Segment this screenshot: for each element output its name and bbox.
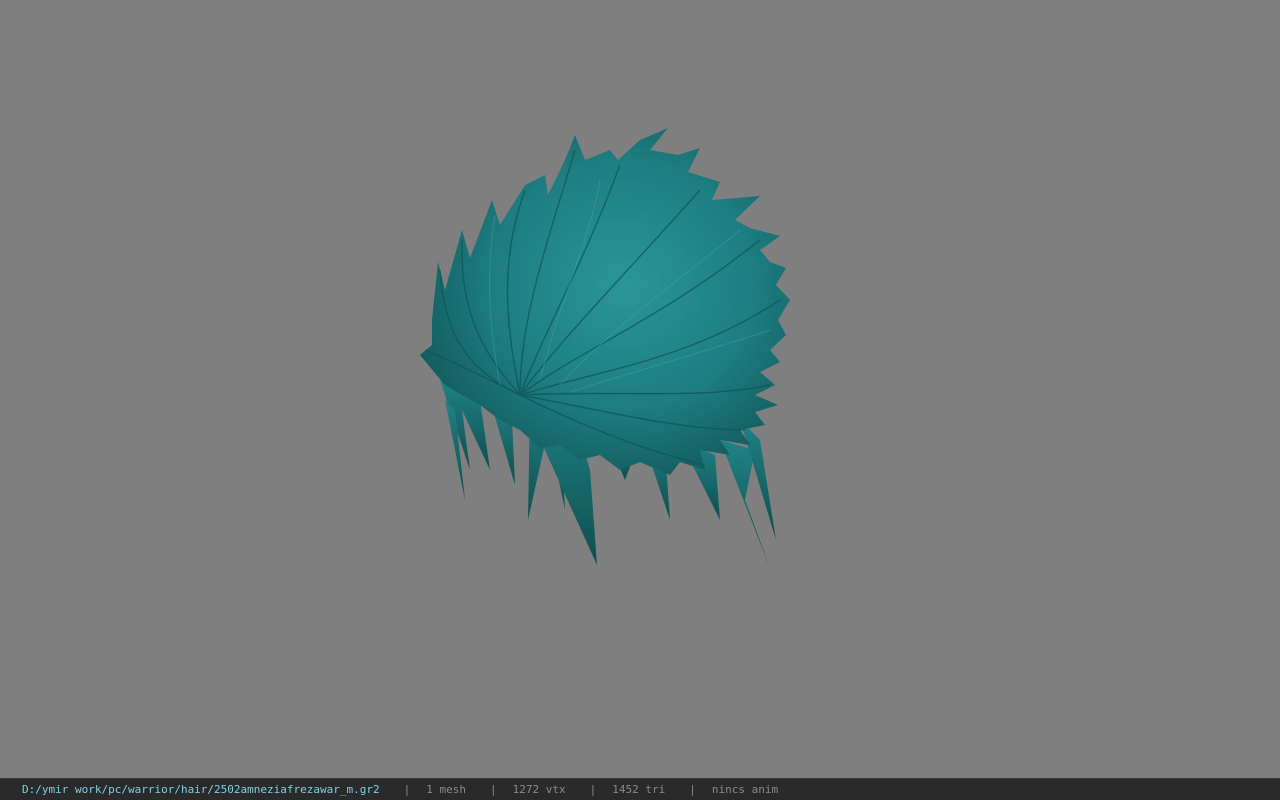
- status-separator: |: [689, 783, 696, 796]
- mesh-count: 1 mesh: [426, 783, 466, 796]
- status-separator: |: [490, 783, 497, 796]
- 3d-viewport[interactable]: [0, 0, 1280, 778]
- file-path: D:/ymir work/pc/warrior/hair/2502amnezia…: [22, 783, 380, 796]
- status-bar: D:/ymir work/pc/warrior/hair/2502amnezia…: [0, 778, 1280, 800]
- status-separator: |: [403, 783, 411, 796]
- status-separator: |: [589, 783, 597, 796]
- triangle-count: 1452 tri: [612, 783, 666, 796]
- animation-status: nincs anim: [711, 783, 779, 796]
- hair-mesh-model[interactable]: [0, 0, 1280, 778]
- vertex-count: 1272 vtx: [512, 783, 566, 796]
